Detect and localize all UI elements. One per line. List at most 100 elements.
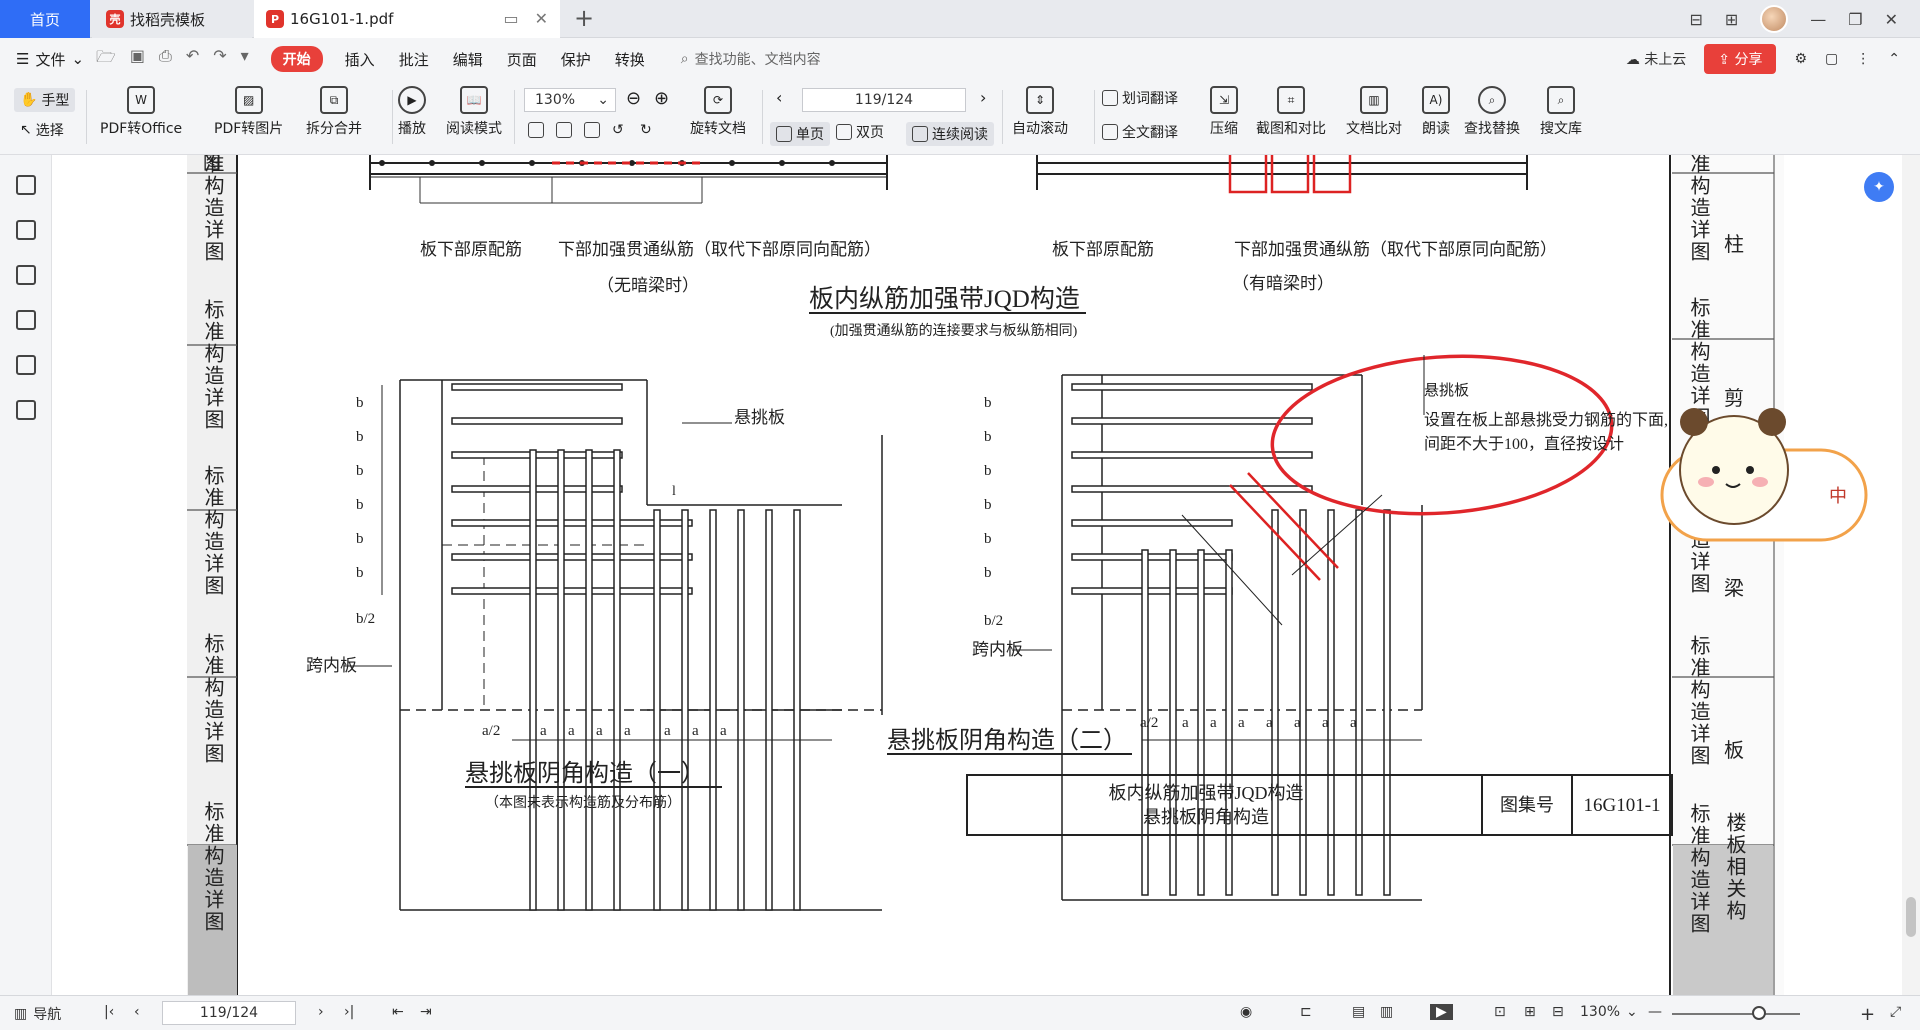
feedback-icon[interactable]: ▢ [1825,51,1838,67]
atlas-value: 16G101-1 [1583,795,1660,816]
thumbnail-icon[interactable] [16,220,36,240]
forward-icon[interactable]: ⇥ [420,1004,432,1020]
zoom-select[interactable]: 130% ⌄ [524,88,616,112]
more-dropdown-icon[interactable]: ▾ [241,46,249,73]
doc-compare-button[interactable]: ▥ 文档比对 [1346,86,1402,138]
assistant-float-button[interactable]: ✦ [1864,172,1894,202]
close-tab-icon[interactable]: ✕ [535,9,548,28]
share-button[interactable]: ⇪ 分享 [1704,44,1777,74]
tab-template[interactable]: 壳 找稻壳模板 [92,0,252,38]
prev-page-icon[interactable]: ‹ [776,88,782,107]
status-page-input[interactable]: 119/124 [162,1001,296,1025]
play-status-icon[interactable]: ▶ [1430,1004,1453,1020]
menu-edit[interactable]: 编辑 [453,49,483,70]
zoom-in-icon[interactable]: ⊕ [654,88,669,109]
print-icon[interactable]: ⎙ [159,46,172,73]
search-library-button[interactable]: ⌕ 搜文库 [1540,86,1582,138]
tab-home[interactable]: 首页 [0,0,90,38]
top-left-label-original: 板下部原配筋 [420,240,522,259]
pdf-to-image-button[interactable]: ▨ PDF转图片 [214,86,283,138]
tab-pdf-document[interactable]: P 16G101-1.pdf ▭ ✕ [254,0,560,38]
add-tab-icon[interactable]: + [574,4,594,32]
avatar[interactable] [1760,5,1789,33]
comment-icon[interactable] [16,265,36,285]
fit-width-icon[interactable] [584,122,600,138]
menu-protect[interactable]: 保护 [561,49,591,70]
signature-icon[interactable] [16,355,36,375]
menu-convert[interactable]: 转换 [615,49,645,70]
assistant-mascot[interactable]: 中 [1654,400,1874,550]
actual-size-icon[interactable] [528,122,544,138]
hand-tool[interactable]: ✋ 手型 [14,88,76,112]
cloud-status[interactable]: ☁ 未上云 [1626,49,1686,69]
capture-compare-button[interactable]: ⌗ 截图和对比 [1256,86,1326,138]
double-page-button[interactable]: 双页 [836,122,884,142]
zoom-out-icon[interactable]: ⊖ [626,88,641,109]
vertical-scrollbar[interactable] [1902,155,1920,995]
fit-page-icon[interactable] [556,122,572,138]
scroll-thumb[interactable] [1906,897,1916,937]
first-page-icon[interactable]: |‹ [104,1004,114,1020]
eye-protect-icon[interactable]: ◉ [1240,1004,1252,1020]
pin-tab-icon[interactable]: ▭ [503,9,518,28]
next-page-icon[interactable]: › [980,88,986,107]
fit-height-icon[interactable]: ⊏ [1300,1004,1312,1020]
minimize-icon[interactable]: — [1810,10,1826,29]
menu-start[interactable]: 开始 [270,46,323,72]
split-merge-button[interactable]: ⧉ 拆分合并 [306,86,362,138]
status-zoom[interactable]: 130% ⌄ [1580,1004,1638,1020]
rotate-right-icon[interactable]: ↻ [640,122,652,138]
fullscreen-icon[interactable]: ⤢ [1890,1004,1901,1020]
rotate-doc-button[interactable]: ⟳ 旋转文档 [690,86,746,138]
prev-page-status-icon[interactable]: ‹ [134,1004,140,1020]
zoom-in-status-icon[interactable]: + [1860,1004,1875,1025]
close-window-icon[interactable]: ✕ [1885,10,1898,29]
fit-page-status-icon[interactable]: ⊞ [1524,1004,1536,1020]
apps-grid-icon[interactable]: ⊞ [1725,10,1738,29]
navigation-toggle[interactable]: ▥ 导航 [14,1004,61,1024]
back-icon[interactable]: ⇤ [392,1004,404,1020]
bookmark-icon[interactable] [16,175,36,195]
select-tool[interactable]: ↖ 选择 [20,120,64,140]
document-viewport[interactable]: 图 标准构造详图 标准构造详图 标准构造详图 标准构造详图 标准构造详图 标准构… [52,155,1902,995]
file-menu[interactable]: ☰ 文件 ⌄ [16,49,84,70]
zoom-slider-handle[interactable] [1752,1006,1766,1020]
compress-label: 压缩 [1210,121,1238,137]
pdf-to-office-button[interactable]: W PDF转Office [100,86,182,138]
last-page-icon[interactable]: ›| [344,1004,354,1020]
find-replace-button[interactable]: ⌕ 查找替换 [1464,86,1520,138]
menu-page[interactable]: 页面 [507,49,537,70]
restore-icon[interactable]: ❐ [1848,10,1862,29]
function-search[interactable]: ⌕ 查找功能、文档内容 [681,49,821,69]
rotate-left-icon[interactable]: ↺ [612,122,624,138]
actual-size-status-icon[interactable]: ⊡ [1494,1004,1506,1020]
read-aloud-button[interactable]: A) 朗读 [1422,86,1450,138]
layout-icon[interactable]: ⊟ [1689,10,1702,29]
auto-scroll-button[interactable]: ⇕ 自动滚动 [1012,86,1068,138]
next-page-status-icon[interactable]: › [318,1004,324,1020]
double-view-icon[interactable]: ▥ [1380,1004,1393,1020]
single-page-button[interactable]: 单页 [770,122,830,146]
word-translate-button[interactable]: 划词翻译 [1102,88,1178,108]
save-icon[interactable]: ▣ [130,46,145,73]
settings-icon[interactable]: ⚙ [1794,51,1807,67]
single-view-icon[interactable]: ▤ [1352,1004,1365,1020]
page-number-input[interactable]: 119/124 [802,88,966,112]
more-icon[interactable]: ⋮ [1856,51,1870,67]
collapse-ribbon-icon[interactable]: ⌃ [1888,51,1900,67]
play-button[interactable]: ▶ 播放 [398,86,426,138]
zoom-out-status-icon[interactable]: — [1648,1004,1662,1020]
undo-icon[interactable]: ↶ [186,46,199,73]
full-translate-button[interactable]: 全文翻译 [1102,122,1178,142]
compress-button[interactable]: ⇲ 压缩 [1210,86,1238,138]
zoom-slider[interactable] [1672,1013,1800,1015]
redo-icon[interactable]: ↷ [213,46,226,73]
menu-annotate[interactable]: 批注 [399,49,429,70]
fit-width-status-icon[interactable]: ⊟ [1552,1004,1564,1020]
layers-icon[interactable] [16,400,36,420]
continuous-read-button[interactable]: 连续阅读 [906,122,994,146]
menu-insert[interactable]: 插入 [345,49,375,70]
open-folder-icon[interactable]: 🗁 [96,46,116,73]
attachment-icon[interactable] [16,310,36,330]
read-mode-button[interactable]: 📖 阅读模式 [446,86,502,138]
